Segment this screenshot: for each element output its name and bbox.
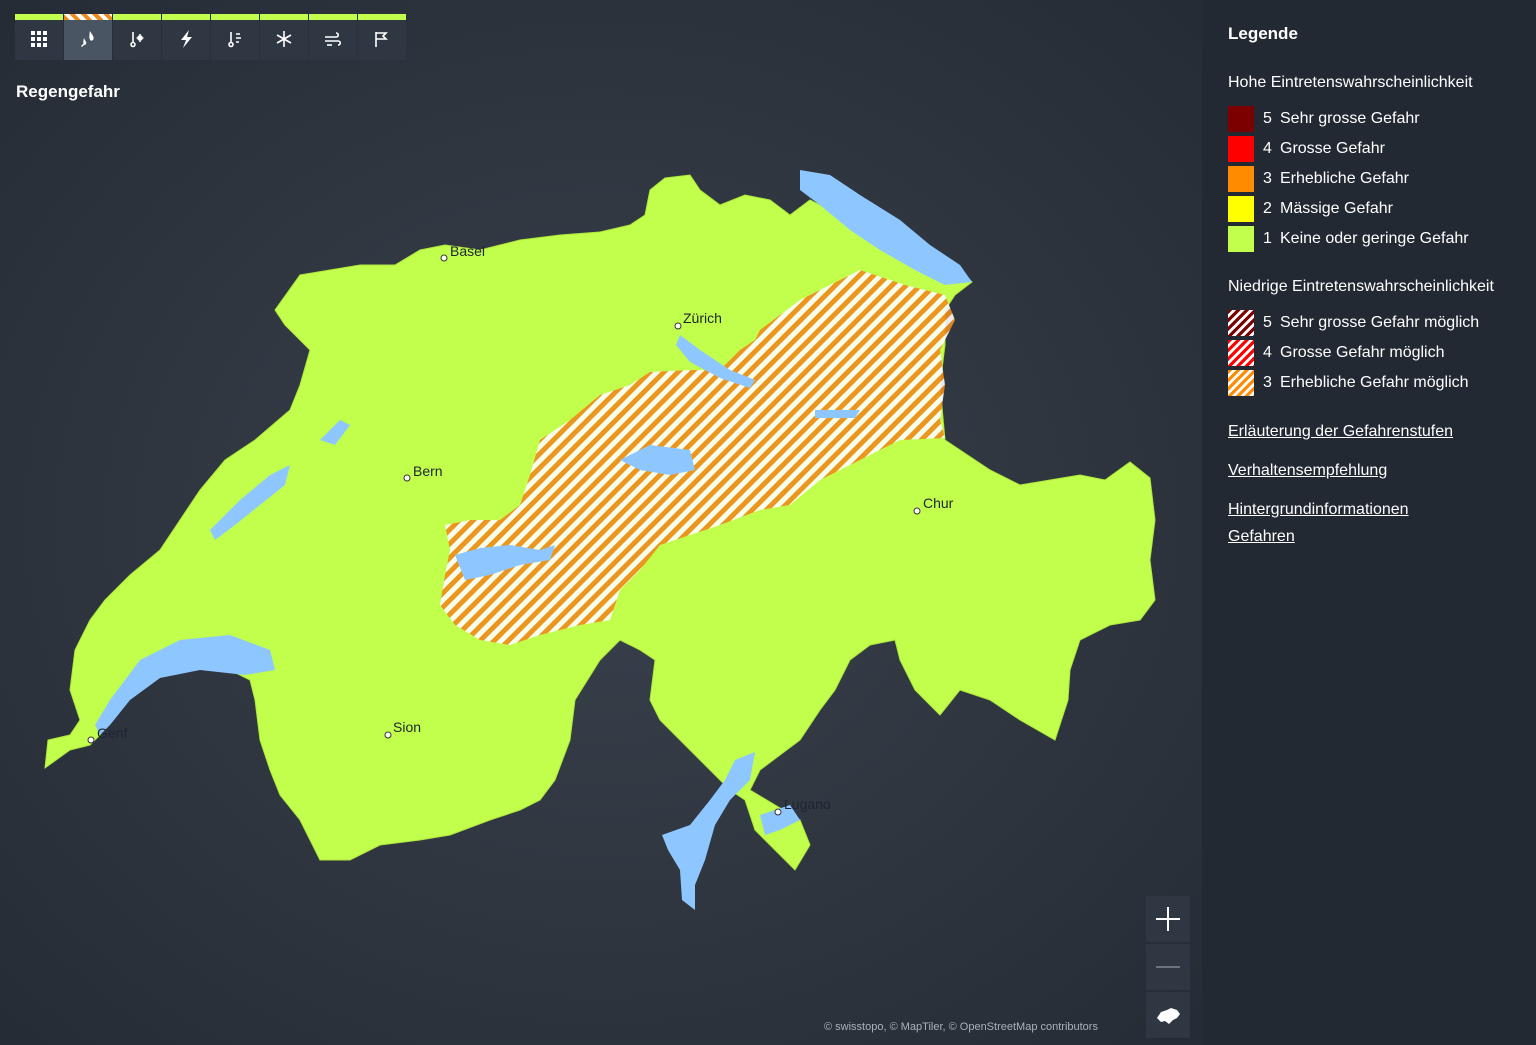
- grid-icon: [31, 31, 47, 47]
- legend-item: 2 Mässige Gefahr: [1228, 194, 1536, 224]
- wind-icon: [325, 32, 342, 46]
- swatch-level-2: [1228, 196, 1254, 222]
- svg-text:Chur: Chur: [923, 495, 954, 511]
- hazard-toolbar: [15, 14, 407, 60]
- link-behaviour[interactable]: Verhaltensempfehlung: [1228, 457, 1478, 484]
- tool-frost[interactable]: [260, 14, 308, 60]
- slippery-road-icon: [375, 32, 388, 47]
- map-attribution: © swisstopo, © MapTiler, © OpenStreetMap…: [824, 1021, 1098, 1033]
- link-hazard-levels[interactable]: Erläuterung der Gefahrenstufen: [1228, 418, 1478, 445]
- svg-text:Genf: Genf: [97, 725, 127, 741]
- swatch-hatch-level-4: [1228, 340, 1254, 366]
- legend-high-title: Hohe Eintretenswahrscheinlichkeit: [1228, 74, 1473, 91]
- layer-title: Regengefahr: [16, 82, 120, 101]
- tool-rain[interactable]: [64, 14, 112, 60]
- swatch-hatch-level-3: [1228, 370, 1254, 396]
- zoom-out-button[interactable]: [1146, 944, 1190, 990]
- legend-item: 4 Grosse Gefahr: [1228, 134, 1536, 164]
- snowflake-icon: [276, 31, 292, 47]
- legend-high-list: 5 Sehr grosse Gefahr 4 Grosse Gefahr 3 Erhe…: [1228, 104, 1536, 254]
- lightning-icon: [181, 30, 192, 48]
- legend-item: 5 Sehr grosse Gefahr: [1228, 104, 1536, 134]
- legend-item: 3 Erhebliche Gefahr: [1228, 164, 1536, 194]
- legend-low-title: Niedrige Eintretenswahrscheinlichkeit: [1228, 278, 1494, 295]
- reset-view-button[interactable]: [1146, 992, 1190, 1038]
- minus-icon: [1156, 966, 1180, 968]
- legend-item: 5 Sehr grosse Gefahr möglich: [1228, 308, 1536, 338]
- legend-title: Legende: [1228, 24, 1298, 43]
- tool-wind[interactable]: [309, 14, 357, 60]
- thermometer-snow-icon: [130, 32, 144, 48]
- swatch-level-4: [1228, 136, 1254, 162]
- plus-icon: [1156, 907, 1180, 931]
- svg-text:Sion: Sion: [393, 719, 421, 735]
- tool-slippery-roads[interactable]: [358, 14, 406, 60]
- zoom-controls: [1146, 896, 1190, 1040]
- tool-snow[interactable]: [113, 14, 161, 60]
- switzerland-icon: [1157, 1008, 1180, 1024]
- tool-all-hazards[interactable]: [15, 14, 63, 60]
- legend-item: 1 Keine oder geringe Gefahr: [1228, 224, 1536, 254]
- swatch-level-5: [1228, 106, 1254, 132]
- swatch-level-1: [1228, 226, 1254, 252]
- swatch-level-3: [1228, 166, 1254, 192]
- svg-text:Bern: Bern: [413, 463, 443, 479]
- map-area[interactable]: Basel Zürich Bern Chur Genf Sion Lugano: [0, 0, 1202, 1045]
- tool-heat[interactable]: [211, 14, 259, 60]
- lake-walen: [815, 410, 860, 418]
- link-background-info[interactable]: Hintergrundinformationen Gefahren: [1228, 496, 1478, 550]
- legend-panel: Legende Hohe Eintretenswahrscheinlichkei…: [1202, 0, 1536, 1045]
- rain-icon: [81, 31, 94, 47]
- svg-text:Lugano: Lugano: [784, 796, 831, 812]
- thermometer-heat-icon: [228, 32, 241, 48]
- switzerland-map[interactable]: Basel Zürich Bern Chur Genf Sion Lugano: [0, 0, 1202, 1045]
- zoom-in-button[interactable]: [1146, 896, 1190, 942]
- svg-text:Zürich: Zürich: [683, 310, 722, 326]
- legend-item: 4 Grosse Gefahr möglich: [1228, 338, 1536, 368]
- svg-text:Basel: Basel: [450, 243, 485, 259]
- legend-low-list: 5 Sehr grosse Gefahr möglich 4 Grosse Gefa…: [1228, 308, 1536, 398]
- swatch-hatch-level-5: [1228, 310, 1254, 336]
- legend-item: 3 Erhebliche Gefahr möglich: [1228, 368, 1536, 398]
- tool-thunderstorm[interactable]: [162, 14, 210, 60]
